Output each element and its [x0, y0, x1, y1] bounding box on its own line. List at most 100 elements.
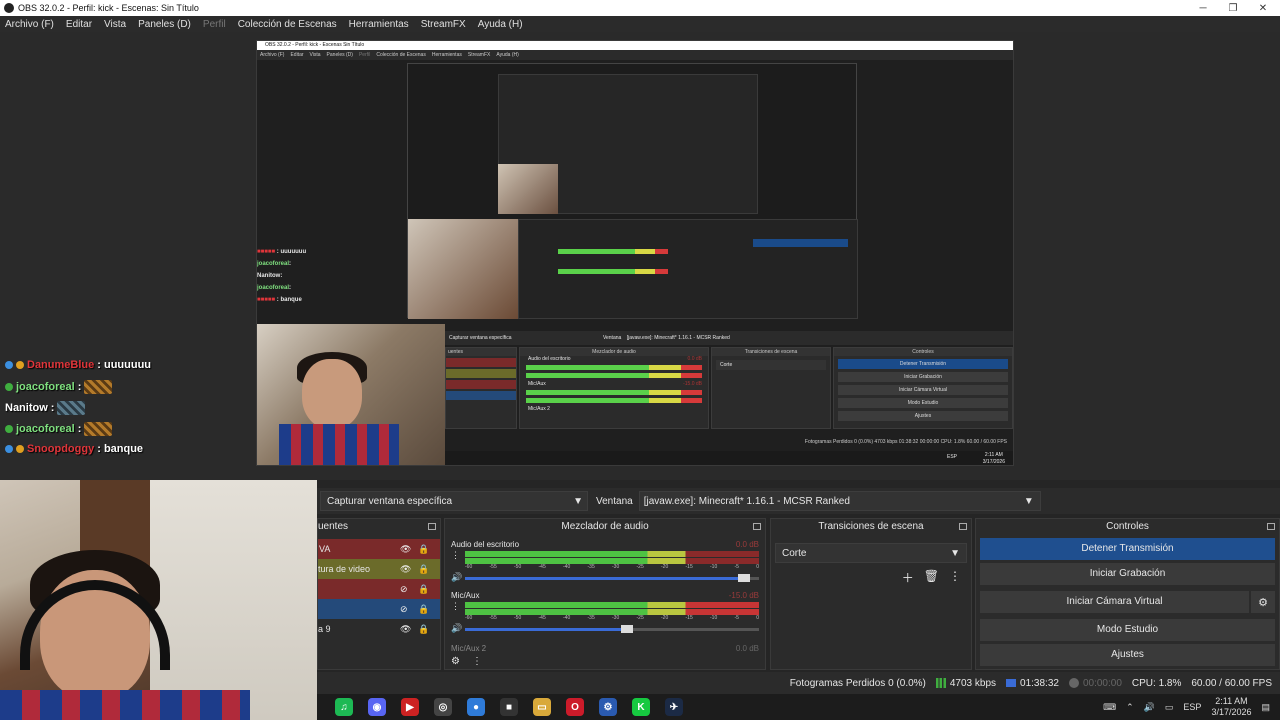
record-icon: [1068, 678, 1079, 688]
language-indicator[interactable]: ESP: [1183, 702, 1201, 712]
track-db: -15.0 dB: [728, 591, 759, 600]
chevron-down-icon: ▼: [950, 547, 960, 559]
chevron-down-icon: ▼: [573, 495, 583, 507]
opera-icon[interactable]: O: [566, 698, 584, 716]
menu-perfil[interactable]: Perfil: [203, 19, 226, 30]
lock-icon[interactable]: 🔒: [418, 584, 429, 595]
youtube-icon[interactable]: ▶: [401, 698, 419, 716]
kebab-menu-icon[interactable]: ⋮: [451, 550, 460, 561]
chat-message: :: [50, 402, 55, 414]
menu-vista[interactable]: Vista: [104, 19, 126, 30]
close-icon[interactable]: ✕: [1248, 0, 1278, 16]
menu-paneles[interactable]: Paneles (D): [138, 19, 191, 30]
meter-scale: -60 -55 -50 -45 -40 -35 -30 -25 -20 -15 -10 -5 0: [465, 564, 759, 570]
start-recording-button[interactable]: Iniciar Grabación: [980, 563, 1275, 585]
clock[interactable]: 2:11 AM 3/17/2026: [1211, 696, 1251, 718]
lock-icon[interactable]: 🔒: [418, 544, 429, 555]
spotify-icon[interactable]: ♫: [335, 698, 353, 716]
speaker-icon[interactable]: 🔊: [451, 572, 462, 583]
undock-icon[interactable]: [428, 523, 436, 530]
chevron-down-icon: ▼: [1023, 495, 1034, 507]
kebab-menu-icon[interactable]: ⋮: [949, 569, 961, 586]
nested-obs-capture: OBS 32.0.2 - Perfil: kick - Escenas Sin …: [256, 40, 1014, 466]
menu-herramientas[interactable]: Herramientas: [349, 19, 409, 30]
source-item[interactable]: VA 👁 🔒: [318, 539, 440, 559]
level-meter: [465, 558, 759, 564]
lock-icon[interactable]: 🔒: [418, 604, 429, 615]
badge-icon: [5, 383, 13, 391]
nested-controls-dock: Controles Detener Transmisión Iniciar Gr…: [833, 347, 1013, 429]
menu-coleccion[interactable]: Colección de Escenas: [238, 19, 337, 30]
keyboard-icon[interactable]: ⌨: [1103, 702, 1116, 713]
add-icon[interactable]: ＋: [902, 569, 914, 586]
source-item[interactable]: ⊘ 🔒: [318, 579, 440, 599]
track-name: Audio del escritorio: [451, 540, 520, 549]
eye-hidden-icon[interactable]: ⊘: [400, 584, 408, 595]
undock-icon[interactable]: [753, 523, 761, 530]
volume-slider[interactable]: [465, 572, 759, 584]
controls-dock: Controles Detener Transmisión Iniciar Gr…: [975, 518, 1280, 670]
kebab-menu-icon[interactable]: ⋮: [451, 601, 460, 612]
settings-button[interactable]: Ajustes: [980, 644, 1275, 666]
lock-icon[interactable]: 🔒: [418, 564, 429, 575]
nested-transitions-dock: Transiciones de escena Corte: [711, 347, 831, 429]
discord-icon[interactable]: ◉: [368, 698, 386, 716]
kebab-menu-icon[interactable]: ⋮: [472, 656, 482, 667]
eye-icon[interactable]: 👁: [400, 564, 411, 575]
gear-icon[interactable]: ⚙: [1251, 591, 1275, 613]
chat-line: joacoforeal :: [5, 422, 113, 436]
nested-chat: ■■■■■ : uuuuuuu joacoforeal: Nanitow: jo…: [257, 249, 307, 303]
minimize-icon[interactable]: ─: [1188, 0, 1218, 16]
speaker-icon[interactable]: 🔊: [451, 623, 462, 634]
restore-icon[interactable]: ❐: [1218, 0, 1248, 16]
network-icon[interactable]: ▭: [1165, 702, 1174, 713]
start-virtual-camera-button[interactable]: Iniciar Cámara Virtual: [980, 591, 1249, 613]
emote-icon: [84, 422, 113, 436]
source-item[interactable]: ⊘ 🔒: [318, 599, 440, 619]
menu-editar[interactable]: Editar: [66, 19, 92, 30]
undock-icon[interactable]: [1267, 523, 1275, 530]
eye-icon[interactable]: 👁: [400, 544, 411, 555]
chat-username: DanumeBlue: [27, 359, 95, 371]
chrome-icon[interactable]: ●: [467, 698, 485, 716]
badge-icon: [16, 361, 24, 369]
undock-icon[interactable]: [959, 523, 967, 530]
mixer-track: Mic/Aux -15.0 dB ⋮ -60 -55 -50 -45 -40 -35 -30-…: [451, 590, 759, 635]
menu-ayuda[interactable]: Ayuda (H): [478, 19, 523, 30]
chat-line: Snoopdoggy : banque: [5, 443, 143, 455]
menu-archivo[interactable]: Archivo (F): [5, 19, 54, 30]
app-icon[interactable]: ■: [500, 698, 518, 716]
volume-icon[interactable]: 🔊: [1144, 702, 1155, 713]
source-item[interactable]: a 9 👁 🔒: [318, 619, 440, 639]
stop-stream-button[interactable]: Detener Transmisión: [980, 538, 1275, 560]
folder-icon[interactable]: ▭: [533, 698, 551, 716]
sources-dock: uentes VA 👁 🔒 tura de video 👁 🔒 ⊘ 🔒 ⊘ 🔒 …: [317, 518, 441, 670]
kick-icon[interactable]: K: [632, 698, 650, 716]
nested-sources-dock: uentes: [445, 347, 517, 429]
mixer-dock: Mezclador de audio Audio del escritorio 0…: [444, 518, 766, 670]
meter-scale: -60 -55 -50 -45 -40 -35 -30 -25 -20 -15 -10 -5 0: [465, 615, 759, 621]
eye-icon[interactable]: 👁: [400, 624, 411, 635]
settings-icon[interactable]: ⚙: [599, 698, 617, 716]
studio-mode-button[interactable]: Modo Estudio: [980, 619, 1275, 641]
window-select[interactable]: [javaw.exe]: Minecraft* 1.16.1 - MCSR Ra…: [638, 491, 1041, 511]
lock-icon[interactable]: 🔒: [418, 624, 429, 635]
chevron-up-icon[interactable]: ⌃: [1126, 702, 1134, 713]
chat-message: :: [77, 423, 82, 435]
obs-icon[interactable]: ◎: [434, 698, 452, 716]
menu-streamfx[interactable]: StreamFX: [421, 19, 466, 30]
steam-icon[interactable]: ✈: [665, 698, 683, 716]
level-meter: [465, 602, 759, 608]
taskbar: ♫ ◉ ▶ ◎ ● ■ ▭ O ⚙ K ✈ ⌨ ⌃ 🔊 ▭ ESP 2:11 AM 3/17/2026…: [317, 694, 1280, 720]
source-item[interactable]: tura de video 👁 🔒: [318, 559, 440, 579]
transition-select[interactable]: Corte ▼: [775, 543, 967, 563]
notification-icon[interactable]: ▤: [1261, 702, 1270, 713]
volume-slider[interactable]: [465, 623, 759, 635]
trash-icon[interactable]: 🗑: [924, 569, 939, 586]
level-meter: [465, 609, 759, 615]
eye-hidden-icon[interactable]: ⊘: [400, 604, 408, 615]
chat-line: DanumeBlue : uuuuuuu: [5, 359, 151, 371]
track-db: 0.0 dB: [735, 644, 759, 651]
source-type-select[interactable]: Capturar ventana específica ▼: [320, 491, 588, 511]
advanced-audio-icon[interactable]: ⚙: [451, 656, 460, 667]
